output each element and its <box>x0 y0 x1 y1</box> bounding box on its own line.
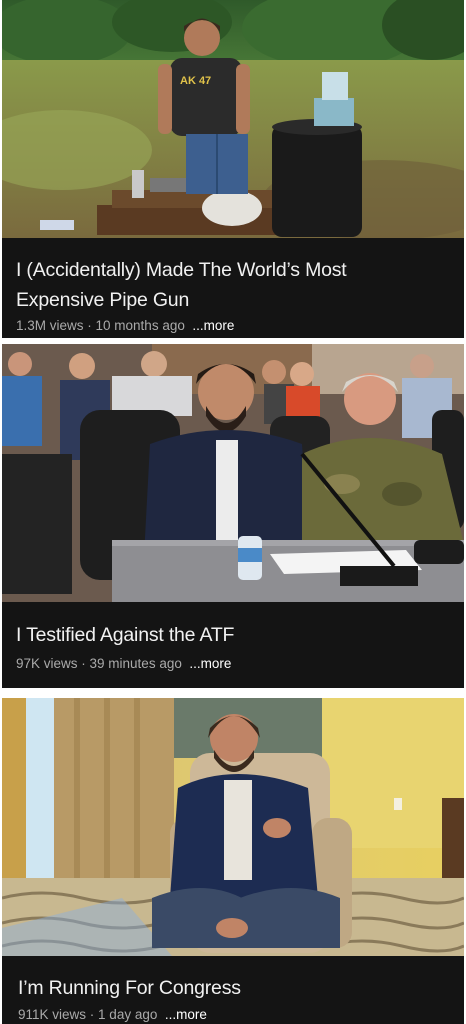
upload-age: 39 minutes ago <box>89 656 182 671</box>
more-link[interactable]: ...more <box>165 1007 207 1022</box>
meta-separator: · <box>86 1007 99 1022</box>
shirt-text: AK 47 <box>180 75 211 87</box>
video-card[interactable]: I Testified Against the ATF 97K views · … <box>0 344 466 690</box>
meta-separator: · <box>83 318 96 333</box>
video-title-line-2: Expensive Pipe Gun <box>16 289 190 311</box>
video-card[interactable]: AK 47 I (Accidentally) Made The World’s … <box>0 0 466 342</box>
video-info[interactable]: I (Accidentally) Made The World’s Most E… <box>2 238 464 338</box>
video-title[interactable]: I (Accidentally) Made The World’s Most E… <box>16 255 456 315</box>
more-link[interactable]: ...more <box>192 318 234 333</box>
more-link[interactable]: ...more <box>189 656 231 671</box>
video-title[interactable]: I Testified Against the ATF <box>16 620 456 650</box>
video-info[interactable]: I’m Running For Congress 911K views · 1 … <box>2 956 464 1024</box>
thumbnail-image <box>2 698 464 956</box>
view-count: 1.3M views <box>16 318 84 333</box>
video-thumbnail[interactable]: AK 47 <box>2 0 464 238</box>
meta-separator: · <box>77 656 90 671</box>
video-title-line-1: I (Accidentally) Made The World’s Most <box>16 259 347 281</box>
upload-age: 1 day ago <box>98 1007 158 1022</box>
video-thumbnail[interactable] <box>2 698 464 956</box>
video-metadata: 1.3M views · 10 months ago ...more <box>16 317 234 335</box>
video-metadata: 97K views · 39 minutes ago ...more <box>16 655 231 673</box>
video-feed: AK 47 I (Accidentally) Made The World’s … <box>0 0 466 1024</box>
video-title[interactable]: I’m Running For Congress <box>18 973 458 1003</box>
view-count: 97K views <box>16 656 78 671</box>
video-card[interactable]: I’m Running For Congress 911K views · 1 … <box>0 698 466 1024</box>
video-metadata: 911K views · 1 day ago ...more <box>18 1006 207 1024</box>
upload-age: 10 months ago <box>95 318 185 333</box>
video-info[interactable]: I Testified Against the ATF 97K views · … <box>2 602 464 688</box>
view-count: 911K views <box>18 1007 87 1022</box>
thumbnail-image <box>2 344 464 602</box>
video-thumbnail[interactable] <box>2 344 464 602</box>
thumbnail-image: AK 47 <box>2 0 464 238</box>
